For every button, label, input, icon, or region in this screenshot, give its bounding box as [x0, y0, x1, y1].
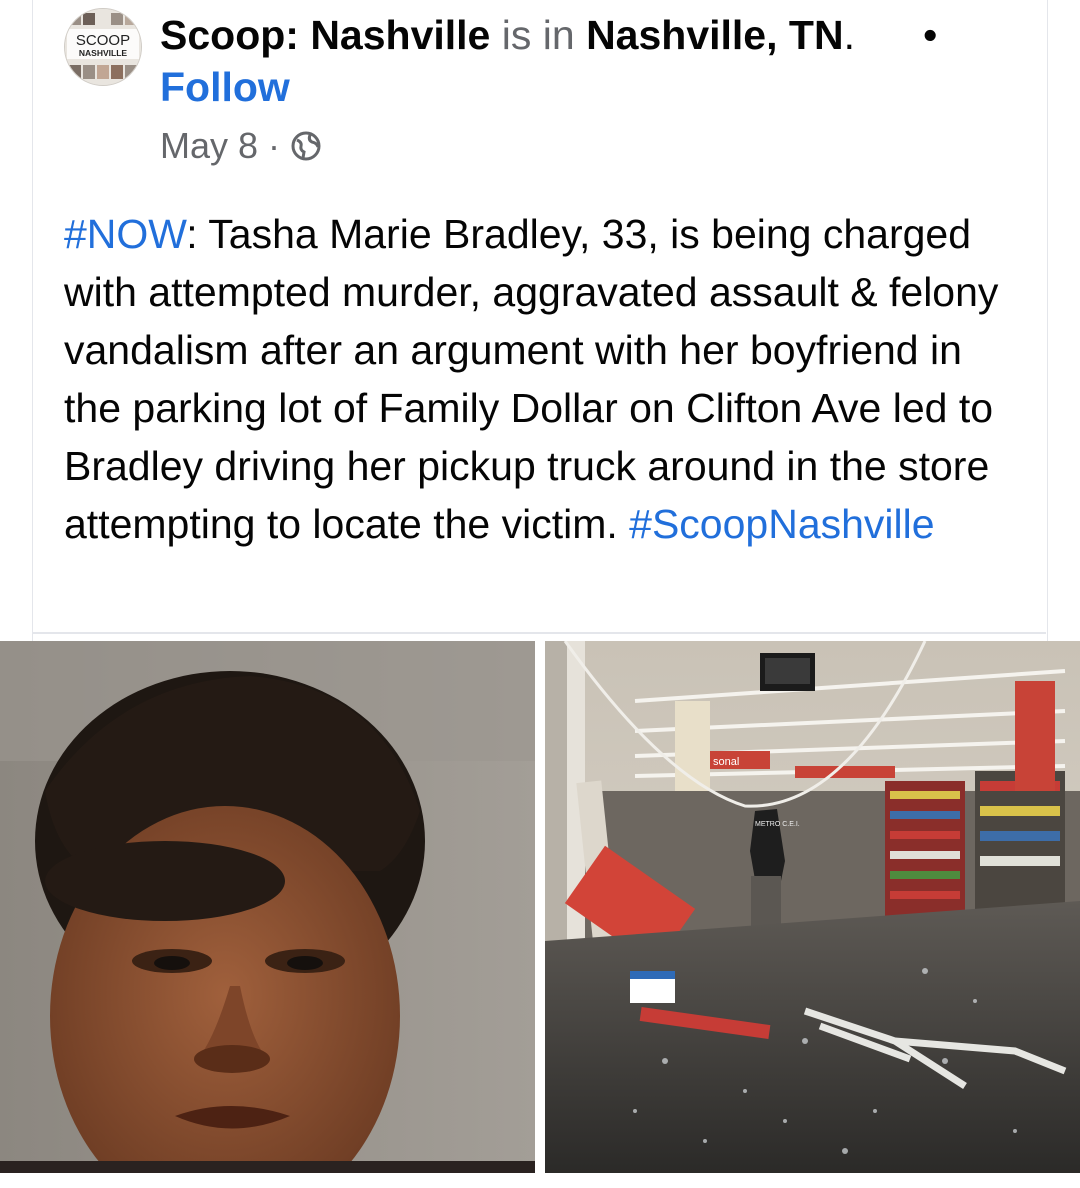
location-link[interactable]: Nashville, TN: [586, 12, 843, 58]
bottom-strip: [0, 1173, 1080, 1188]
post-body-text: : Tasha Marie Bradley, 33, is being char…: [64, 211, 999, 547]
divider: [32, 632, 1046, 634]
hashtag-scoopnashville[interactable]: #ScoopNashville: [629, 501, 934, 547]
globe-icon[interactable]: [290, 130, 322, 162]
page-name-link[interactable]: Scoop: Nashville: [160, 12, 490, 58]
is-in-text: is in: [490, 12, 587, 58]
post-text: #NOW: Tasha Marie Bradley, 33, is being …: [64, 205, 1024, 553]
avatar-logo-icon: SCOOP NASHVILLE: [65, 9, 141, 85]
officer-badge-text: METRO C.E.I.: [755, 821, 800, 828]
store-damage-photo[interactable]: sonal METRO C.E.I.: [545, 641, 1080, 1173]
post-header: Scoop: Nashville is in Nashville, TN.: [160, 10, 960, 60]
post-meta: May 8 ·: [160, 122, 322, 170]
avatar-text-bottom: NASHVILLE: [79, 48, 128, 58]
follow-button[interactable]: Follow: [160, 62, 290, 112]
location-suffix: .: [843, 12, 855, 58]
meta-separator: ·: [268, 125, 281, 166]
avatar-text-top: SCOOP: [76, 32, 130, 49]
page-avatar[interactable]: SCOOP NASHVILLE: [64, 8, 142, 86]
hashtag-now[interactable]: #NOW: [64, 211, 186, 257]
mugshot-image: [0, 641, 535, 1173]
store-sign-text: sonal: [713, 756, 739, 768]
mugshot-photo[interactable]: [0, 641, 535, 1173]
post-date-link[interactable]: May 8: [160, 122, 258, 170]
header-separator: •: [923, 12, 938, 58]
store-image: sonal METRO C.E.I.: [545, 641, 1080, 1173]
